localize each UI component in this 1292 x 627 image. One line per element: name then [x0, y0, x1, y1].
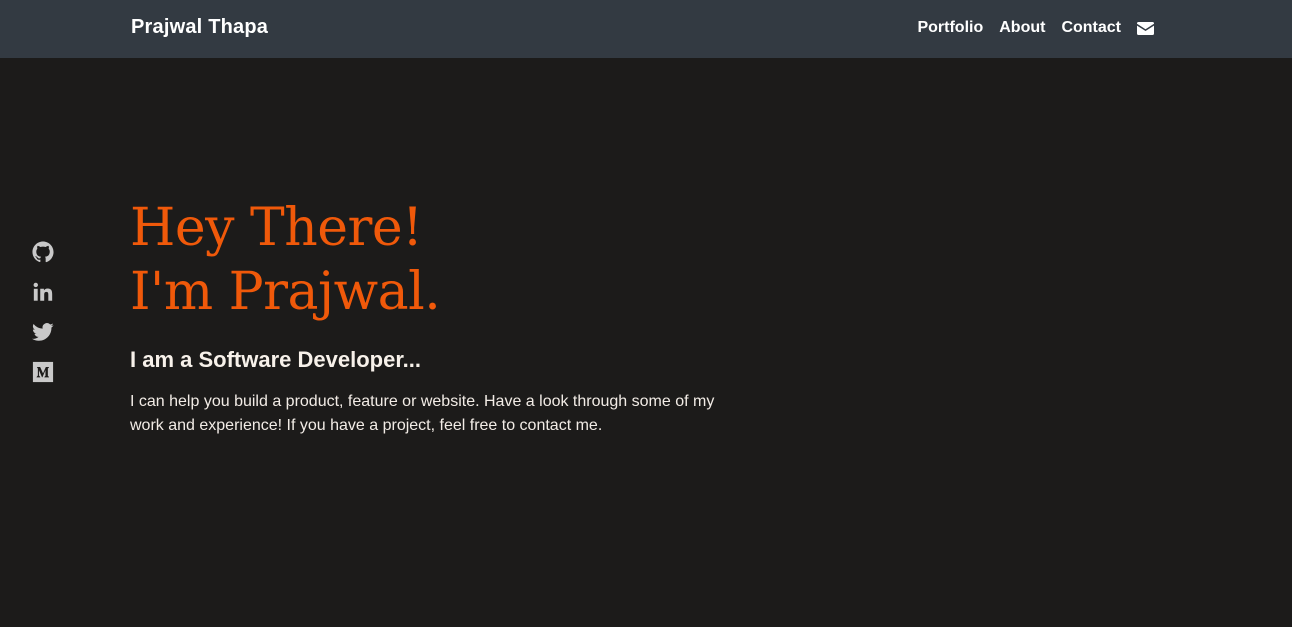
brand-link[interactable]: Prajwal Thapa	[131, 16, 268, 39]
linkedin-icon[interactable]	[32, 281, 54, 303]
envelope-icon[interactable]	[1137, 22, 1154, 35]
nav-link-portfolio[interactable]: Portfolio	[917, 19, 983, 37]
hero-title-line2: I'm Prajwal.	[130, 262, 441, 322]
twitter-icon[interactable]	[32, 321, 54, 343]
nav-link-about[interactable]: About	[999, 19, 1045, 37]
hero-description: I can help you build a product, feature …	[130, 393, 715, 434]
hero-title: Hey There! I'm Prajwal.	[130, 196, 750, 324]
github-icon[interactable]	[32, 241, 54, 263]
social-links	[32, 241, 54, 383]
hero-title-line1: Hey There!	[130, 198, 423, 258]
nav-links: Portfolio About Contact	[917, 19, 1154, 37]
medium-icon[interactable]	[32, 361, 54, 383]
hero-section: Hey There! I'm Prajwal. I am a Software …	[130, 196, 750, 438]
nav-link-contact[interactable]: Contact	[1061, 19, 1121, 37]
navbar: Prajwal Thapa Portfolio About Contact	[0, 0, 1292, 58]
hero-subtitle: I am a Software Developer...	[130, 347, 422, 372]
